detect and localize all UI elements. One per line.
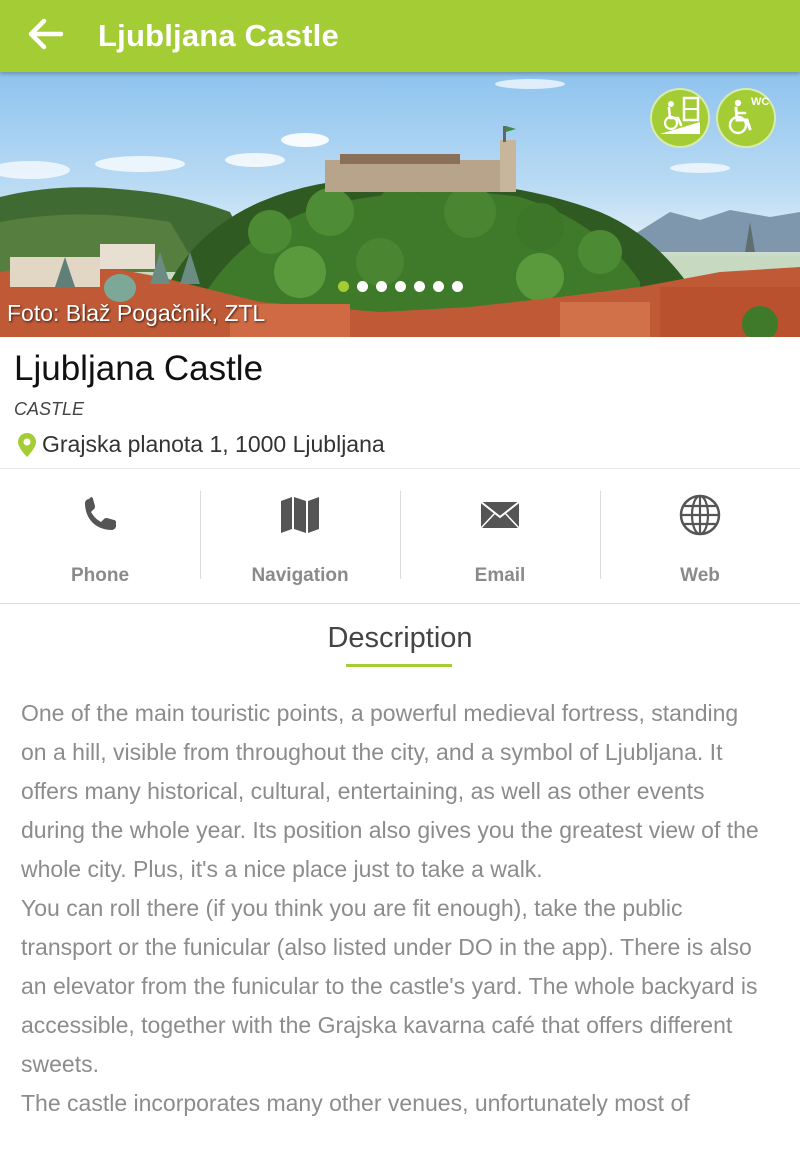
place-name: Ljubljana Castle [14,349,264,388]
back-button[interactable] [0,0,90,72]
carousel-dot[interactable] [395,281,406,292]
carousel-dot[interactable] [433,281,444,292]
carousel-dot[interactable] [452,281,463,292]
carousel-dot[interactable] [414,281,425,292]
wc-badge-text: WC [751,96,769,108]
carousel-dot[interactable] [357,281,368,292]
globe-icon [679,494,721,536]
place-category: CASTLE [14,399,85,419]
hero-image-carousel[interactable]: WC Foto: Blaž Pogačnik, ZTL [0,72,800,337]
place-address[interactable]: Grajska planota 1, 1000 Ljubljana [18,431,385,458]
email-label: Email [474,565,526,586]
description-paragraph: One of the main touristic points, a powe… [21,700,759,882]
description-heading: Description [327,622,473,654]
app-bar: Ljubljana Castle [0,0,800,72]
envelope-icon [480,495,520,535]
carousel-dot[interactable] [338,281,349,292]
address-text: Grajska planota 1, 1000 Ljubljana [42,431,385,457]
accessible-wc-badge: WC [716,88,776,148]
carousel-dot[interactable] [376,281,387,292]
phone-button[interactable]: Phone [0,469,200,603]
description-underline [346,664,452,667]
accessibility-badges: WC [650,88,776,148]
navigation-label: Navigation [251,565,349,586]
contact-actions: Phone Navigation Email Web [0,469,800,604]
email-button[interactable]: Email [400,469,600,603]
photo-credit: Foto: Blaž Pogačnik, ZTL [7,300,266,326]
map-icon [280,495,320,535]
description-paragraph: The castle incorporates many other venue… [21,1090,690,1116]
wheelchair-ramp-icon [658,94,702,143]
wheelchair-ramp-badge [650,88,710,148]
place-header: Ljubljana Castle CASTLE Grajska planota … [0,337,800,469]
web-button[interactable]: Web [600,469,800,603]
phone-icon [82,495,118,535]
description-paragraph: You can roll there (if you think you are… [21,895,758,1077]
map-pin-icon [18,432,36,457]
carousel-indicator [338,281,463,292]
accessible-wc-icon: WC [723,93,769,144]
web-label: Web [680,565,720,586]
navigation-button[interactable]: Navigation [200,469,400,603]
page-title: Ljubljana Castle [98,18,339,53]
description-body: One of the main touristic points, a powe… [21,694,761,1123]
arrow-left-icon [27,18,64,55]
phone-label: Phone [70,565,130,586]
